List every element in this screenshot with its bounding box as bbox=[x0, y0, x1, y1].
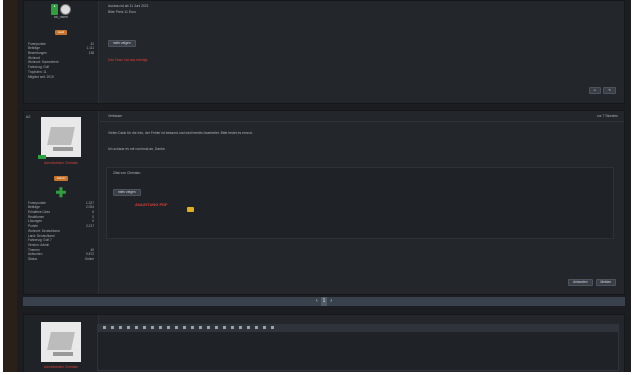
font-icon[interactable] bbox=[135, 326, 138, 329]
align-left-icon[interactable] bbox=[159, 326, 162, 329]
red-note: Das Team hat das erledigt bbox=[108, 58, 148, 62]
post-body-line: Vielen Dank für die Info, der Fehler ist… bbox=[108, 131, 253, 135]
avatar[interactable] bbox=[41, 322, 81, 362]
show-more-button[interactable]: mehr zeigen bbox=[113, 189, 141, 196]
post-1-content: Ausbau ist ab 11 Juni 2021 Bitte Preis 1… bbox=[100, 1, 624, 103]
quote-icon[interactable] bbox=[231, 326, 234, 329]
underline-icon[interactable] bbox=[119, 326, 122, 329]
username[interactable]: Administrator Christian bbox=[24, 365, 98, 370]
post-text-line: Ausbau ist ab 11 Juni 2021 bbox=[108, 4, 149, 8]
post-2-author: #2 Administrator Christian Admin ✚ Foren… bbox=[24, 111, 99, 294]
page-1-button[interactable]: 1 bbox=[320, 297, 328, 306]
post-1: ● aa_name Held Forenpunkte 42 Beiträge 1.1… bbox=[23, 0, 625, 104]
color-icon[interactable] bbox=[151, 326, 154, 329]
page-left-edge bbox=[3, 0, 17, 372]
redo-icon[interactable] bbox=[263, 326, 266, 329]
show-more-button[interactable]: mehr zeigen bbox=[108, 40, 136, 47]
align-center-icon[interactable] bbox=[167, 326, 170, 329]
smiley-icon[interactable] bbox=[247, 326, 250, 329]
role-badge: Held bbox=[54, 29, 68, 35]
quote-line: Zitat von Christian bbox=[113, 171, 141, 175]
size-icon[interactable] bbox=[143, 326, 146, 329]
align-right-icon[interactable] bbox=[175, 326, 178, 329]
author-label[interactable]: Verfasser bbox=[108, 114, 122, 119]
media-icon[interactable] bbox=[215, 326, 218, 329]
strike-icon[interactable] bbox=[127, 326, 130, 329]
stat-row: Status Online bbox=[28, 257, 94, 262]
report-button[interactable]: Melden bbox=[595, 279, 616, 286]
reply-editor[interactable] bbox=[97, 331, 619, 371]
next-page-button[interactable]: › bbox=[330, 297, 332, 306]
plus-icon: ✚ bbox=[55, 184, 67, 200]
role-badge: Admin bbox=[53, 175, 69, 181]
editor-toolbar bbox=[97, 324, 619, 331]
cursor-hand-icon bbox=[187, 207, 194, 212]
italic-icon[interactable] bbox=[111, 326, 114, 329]
bold-icon[interactable] bbox=[103, 326, 106, 329]
link-icon[interactable] bbox=[199, 326, 202, 329]
reply-button[interactable]: Antworten bbox=[568, 279, 593, 286]
table-icon[interactable] bbox=[239, 326, 242, 329]
post-timestamp[interactable]: vor 7 Stunden bbox=[597, 114, 618, 119]
reply-author: Administrator Christian bbox=[24, 315, 99, 372]
image-icon[interactable] bbox=[207, 326, 210, 329]
post-1-author: ● aa_name Held Forenpunkte 42 Beiträge 1.1… bbox=[24, 1, 99, 103]
post-2: #2 Administrator Christian Admin ✚ Foren… bbox=[23, 110, 625, 295]
quote-box: Zitat von Christian mehr zeigen ANLEITUN… bbox=[106, 167, 614, 239]
prev-page-button[interactable]: ‹ bbox=[316, 297, 318, 306]
online-indicator bbox=[38, 155, 46, 159]
online-badge: ● bbox=[50, 4, 59, 15]
quote-button[interactable]: ↩ bbox=[588, 87, 602, 94]
edit-button[interactable]: ✎ bbox=[603, 87, 616, 94]
post-2-content: Verfasser vor 7 Stunden Vielen Dank für … bbox=[100, 111, 624, 294]
code-icon[interactable] bbox=[223, 326, 226, 329]
list-ordered-icon[interactable] bbox=[191, 326, 194, 329]
stat-row: Mitglied seit: 2019 bbox=[28, 74, 54, 79]
avatar[interactable] bbox=[60, 4, 72, 15]
post-number[interactable]: #2 bbox=[26, 114, 30, 119]
post-body-line: Ich schaue es mir nochmal an, Danke. bbox=[108, 147, 166, 151]
undo-icon[interactable] bbox=[255, 326, 258, 329]
post-text-line: Bitte Preis 11 Euro bbox=[108, 10, 137, 14]
preview-icon[interactable] bbox=[271, 326, 274, 329]
list-icon[interactable] bbox=[183, 326, 186, 329]
pagination: ‹ 1 › bbox=[23, 297, 625, 306]
anleitung-link[interactable]: ANLEITUNG PDF bbox=[135, 202, 167, 207]
avatar[interactable] bbox=[41, 117, 81, 157]
forum-page: ● aa_name Held Forenpunkte 42 Beiträge 1.1… bbox=[3, 0, 631, 372]
